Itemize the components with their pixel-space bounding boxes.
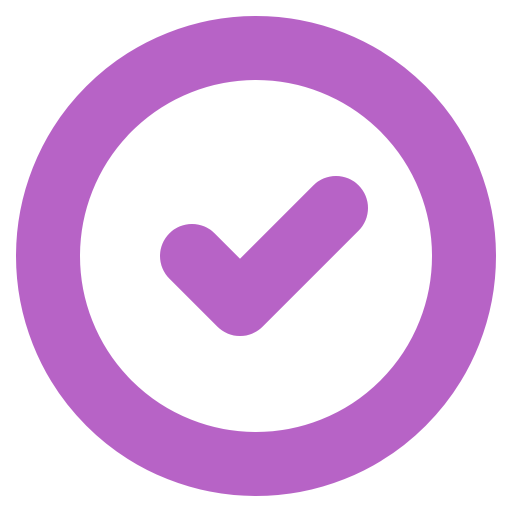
checkmark [160, 176, 368, 336]
check-circle-icon [16, 16, 496, 496]
icon-canvas [0, 0, 512, 512]
